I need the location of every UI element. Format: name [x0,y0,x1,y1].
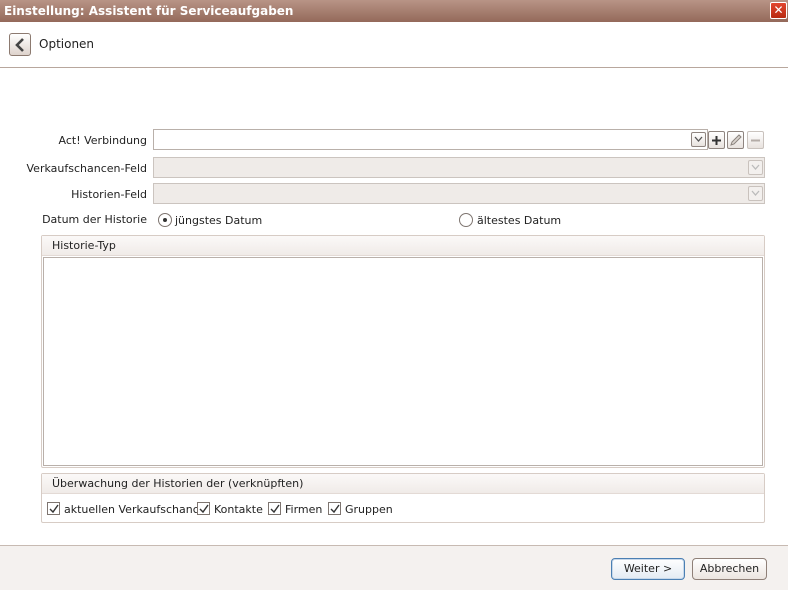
checkbox-groups[interactable] [328,502,341,515]
opportunity-field-select[interactable] [153,157,765,178]
history-type-group: Historie-Typ [41,235,765,468]
opportunity-dropdown-button[interactable] [748,160,763,175]
close-button[interactable]: ✕ [770,2,787,19]
cancel-button[interactable]: Abbrechen [692,558,767,580]
plus-icon [712,136,721,145]
history-dropdown-button[interactable] [748,186,763,201]
checkmark-icon [49,504,59,514]
minus-icon [751,139,760,142]
radio-oldest-date[interactable] [459,213,473,227]
checkmark-icon [330,504,340,514]
page-title: Optionen [39,37,95,51]
monitoring-title: Überwachung der Historien der (verknüpft… [42,474,764,494]
chevron-down-icon [751,164,760,170]
history-field-select[interactable] [153,183,765,204]
add-connection-button[interactable] [708,131,725,149]
header-bar: Optionen [0,22,788,68]
window-title: Einstellung: Assistent für Serviceaufgab… [4,4,294,18]
history-field-label: Historien-Feld [71,188,147,201]
checkmark-icon [270,504,280,514]
edit-connection-button[interactable] [727,131,744,149]
connection-select[interactable] [153,129,708,150]
checkbox-contacts-label: Kontakte [214,503,263,516]
history-date-label: Datum der Historie [42,213,147,226]
back-button[interactable] [9,33,31,56]
chevron-down-icon [694,136,703,142]
chevron-down-icon [751,190,760,196]
radio-selected-dot [163,218,167,222]
checkbox-companies-label: Firmen [285,503,323,516]
opportunity-field-label: Verkaufschancen-Feld [26,162,147,175]
radio-oldest-date-label: ältestes Datum [477,214,562,227]
checkbox-contacts[interactable] [197,502,210,515]
pencil-icon [730,134,742,146]
window-titlebar: Einstellung: Assistent für Serviceaufgab… [0,0,788,22]
history-type-title: Historie-Typ [42,236,764,256]
connection-dropdown-button[interactable] [691,132,706,147]
remove-connection-button[interactable] [747,131,764,149]
next-button[interactable]: Weiter > [611,558,685,580]
close-icon: ✕ [773,3,784,17]
checkbox-companies[interactable] [268,502,281,515]
radio-newest-date-label: jüngstes Datum [175,214,263,227]
checkbox-groups-label: Gruppen [345,503,393,516]
checkbox-current-opportunity-label: aktuellen Verkaufschance [64,503,206,516]
checkbox-current-opportunity[interactable] [47,502,60,515]
checkmark-icon [199,504,209,514]
chevron-left-icon [15,38,24,52]
connection-label: Act! Verbindung [58,134,147,147]
history-type-list[interactable] [43,257,763,466]
radio-newest-date[interactable] [158,213,172,227]
